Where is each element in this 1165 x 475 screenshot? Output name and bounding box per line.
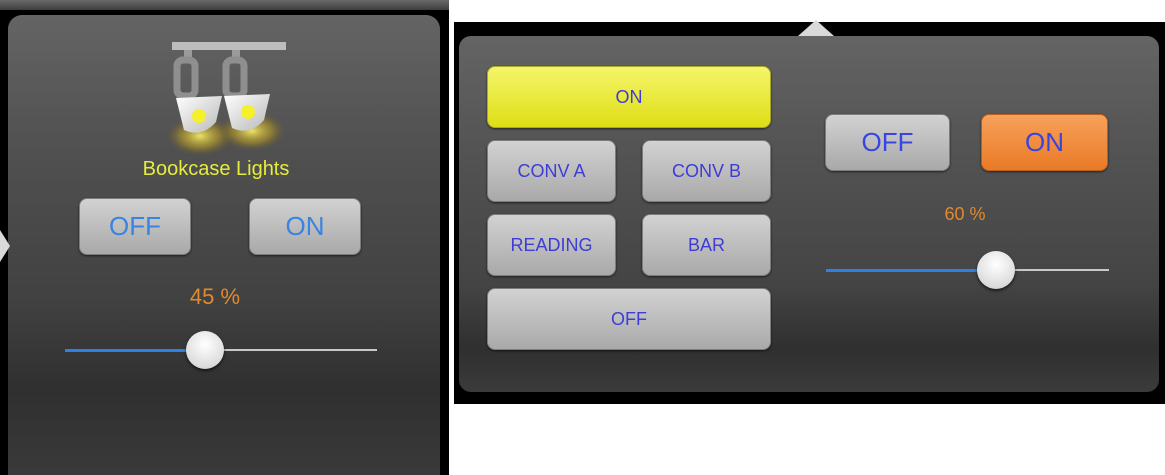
scene-reading-button[interactable]: READING xyxy=(487,214,616,276)
left-level-percent: 45 % xyxy=(189,284,241,309)
left-off-button[interactable]: OFF xyxy=(79,198,191,255)
right-dimmer-slider[interactable] xyxy=(826,250,1109,290)
scene-conv-b-button[interactable]: CONV B xyxy=(642,140,771,202)
slider-knob[interactable] xyxy=(976,251,1015,289)
slider-fill xyxy=(65,349,206,352)
left-popover-arrow xyxy=(0,230,10,262)
left-on-button[interactable]: ON xyxy=(249,198,361,255)
device-name: Bookcase Lights xyxy=(142,158,290,180)
slider-fill xyxy=(826,269,996,272)
scene-off-button[interactable]: OFF xyxy=(487,288,771,350)
right-off-button[interactable]: OFF xyxy=(825,114,950,171)
track-light-icon xyxy=(166,42,286,156)
scene-on-button[interactable]: ON xyxy=(487,66,771,128)
right-level-percent: 60 % xyxy=(944,204,986,224)
left-dimmer-slider[interactable] xyxy=(65,330,377,370)
right-popover-arrow xyxy=(798,20,834,36)
left-top-bar xyxy=(0,0,449,10)
scene-conv-a-button[interactable]: CONV A xyxy=(487,140,616,202)
slider-knob[interactable] xyxy=(186,331,225,369)
right-on-button[interactable]: ON xyxy=(981,114,1108,171)
scene-bar-button[interactable]: BAR xyxy=(642,214,771,276)
